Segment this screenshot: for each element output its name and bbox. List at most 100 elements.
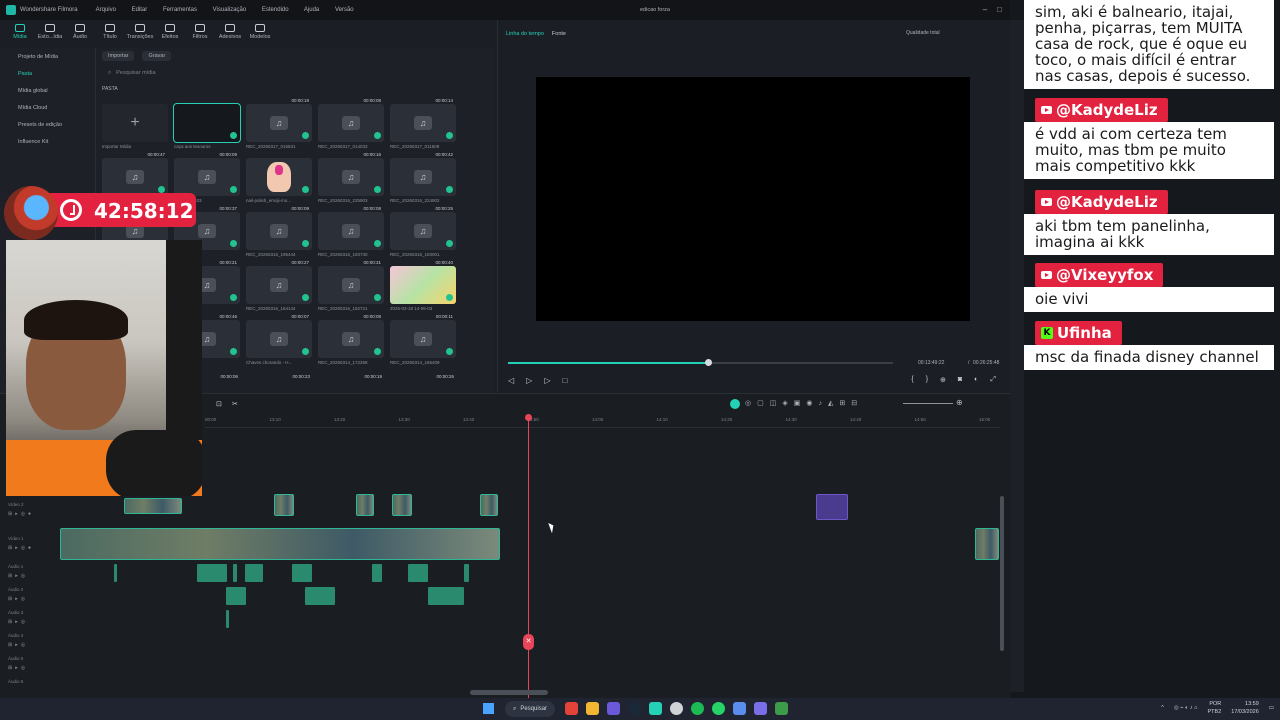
- zoom-in-icon[interactable]: ⊕: [956, 398, 963, 407]
- tab-modelos[interactable]: Modelos: [248, 20, 272, 48]
- media-item[interactable]: ♫ 00:00:08 REC_20260317_014033: [318, 98, 386, 158]
- sidebar-item-projeto[interactable]: Projeto de Mídia: [0, 48, 95, 65]
- play-back-icon[interactable]: ▷: [526, 376, 532, 385]
- clip-video2[interactable]: [124, 498, 182, 514]
- clip-title-purple[interactable]: [816, 494, 848, 520]
- playhead[interactable]: ✕: [523, 414, 534, 699]
- track-icons-audio3[interactable]: ⊞▸◎: [8, 619, 28, 625]
- clip-video2[interactable]: [274, 494, 294, 516]
- crop-icon[interactable]: ⊡: [216, 400, 222, 408]
- tab-audio[interactable]: Áudio: [68, 20, 92, 48]
- audio-clip[interactable]: [372, 564, 382, 582]
- audio-clip[interactable]: [226, 587, 246, 605]
- media-item[interactable]: caça aos tesouros: [173, 103, 242, 158]
- tab-filtros[interactable]: Filtros: [188, 20, 212, 48]
- media-thumbnail[interactable]: ♫ 00:00:27: [246, 260, 312, 304]
- input-language[interactable]: POR PTB2: [1208, 700, 1222, 716]
- menu-arquivo[interactable]: Arquivo: [96, 7, 116, 13]
- media-item[interactable]: ♫ 00:00:31 REC_20260316_152721: [318, 260, 386, 320]
- clip-video2[interactable]: [356, 494, 374, 516]
- playhead-handle-icon[interactable]: ✕: [523, 634, 534, 650]
- preview-progress[interactable]: [508, 359, 893, 366]
- record-button[interactable]: Gravar: [142, 51, 172, 61]
- folder-icon[interactable]: [586, 702, 599, 715]
- media-thumbnail[interactable]: ♫ 00:00:11: [390, 314, 456, 358]
- media-thumbnail[interactable]: [246, 158, 312, 196]
- timeline-tool-icons[interactable]: ◎▢◫◈▣◉♪◭⊞⊟: [745, 399, 863, 407]
- maximize-icon[interactable]: □: [997, 5, 1002, 14]
- media-thumbnail[interactable]: [173, 103, 241, 143]
- media-thumbnail[interactable]: 00:00:40: [390, 260, 456, 304]
- prev-frame-icon[interactable]: ◁: [508, 376, 514, 385]
- audio-clip[interactable]: [114, 564, 117, 582]
- media-thumbnail[interactable]: ♫ 00:00:47: [102, 152, 168, 196]
- media-thumbnail[interactable]: ♫ 00:00:08: [318, 206, 384, 250]
- app-icon[interactable]: [775, 702, 788, 715]
- media-item[interactable]: + Importar Mídia: [102, 104, 170, 158]
- menu-ajuda[interactable]: Ajuda: [304, 7, 319, 13]
- media-item-partial[interactable]: 00:00:23: [246, 374, 314, 382]
- import-media-button[interactable]: +: [102, 104, 168, 142]
- media-thumbnail[interactable]: ♫ 00:00:09: [246, 206, 312, 250]
- timeline-vscroll[interactable]: [1000, 496, 1004, 651]
- mark-in-icon[interactable]: {: [911, 376, 913, 384]
- media-thumbnail[interactable]: ♫ 00:00:25: [390, 206, 456, 250]
- menu-versao[interactable]: Versão: [335, 7, 354, 13]
- menu-ferramentas[interactable]: Ferramentas: [163, 7, 197, 13]
- import-button[interactable]: Importar: [102, 51, 135, 61]
- track-icons-video2[interactable]: ⊞▸◎●: [8, 511, 34, 517]
- media-item[interactable]: nail-polish_emoji-mo...: [246, 158, 314, 212]
- audio-clip[interactable]: [197, 564, 227, 582]
- tab-transicoes[interactable]: Transições: [127, 20, 153, 48]
- sidebar-item-influence-kit[interactable]: Influence Kit: [0, 133, 95, 150]
- audio-clip[interactable]: [233, 564, 237, 582]
- menu-editar[interactable]: Editar: [132, 7, 148, 13]
- audio-clip[interactable]: [428, 587, 464, 605]
- obs-icon[interactable]: [670, 702, 683, 715]
- tab-adesivos[interactable]: Adesivos: [218, 20, 242, 48]
- app-icon[interactable]: [754, 702, 767, 715]
- timeline-hscroll[interactable]: [470, 690, 548, 695]
- track-icons-audio4[interactable]: ⊞▸◎: [8, 642, 28, 648]
- tab-efeitos[interactable]: Efeitos: [158, 20, 182, 48]
- clip-video2[interactable]: [480, 494, 498, 516]
- tab-estoque[interactable]: Esto...ídia: [38, 20, 62, 48]
- snapshot-icon[interactable]: ◙: [958, 376, 962, 384]
- audio-clip[interactable]: [305, 587, 335, 605]
- tab-source[interactable]: Fonte: [552, 31, 566, 37]
- media-thumbnail[interactable]: ♫ 00:00:31: [318, 260, 384, 304]
- taskbar-search[interactable]: ⌕ Pesquisar: [505, 701, 555, 717]
- discord-icon[interactable]: [607, 702, 620, 715]
- filmora-icon[interactable]: [649, 702, 662, 715]
- audio-clip[interactable]: [408, 564, 428, 582]
- media-item[interactable]: ♫ 00:00:07 Chaves chorando - H...: [246, 314, 314, 374]
- media-thumbnail[interactable]: ♫ 00:00:14: [390, 98, 456, 142]
- timeline-ruler[interactable]: 00:00 13:10 13:20 13:30 13:40 13:50 14:00 14:10…: [205, 414, 1000, 428]
- sidebar-item-presets[interactable]: Presets de edição: [0, 116, 95, 133]
- media-item[interactable]: ♫ 00:00:42 REC_20260316_224902: [390, 152, 458, 212]
- media-item[interactable]: 00:00:40 2026-03-18 14-06-03: [390, 260, 458, 320]
- stop-icon[interactable]: □: [562, 376, 567, 385]
- audio-clip[interactable]: [292, 564, 312, 582]
- app-icon[interactable]: [733, 702, 746, 715]
- tab-titulo[interactable]: Título: [98, 20, 122, 48]
- progress-knob[interactable]: [705, 359, 713, 366]
- playhead-top-icon[interactable]: [525, 414, 532, 421]
- whatsapp-icon[interactable]: [712, 702, 725, 715]
- media-item[interactable]: ♫ 00:00:27 REC_20260316_164144: [246, 260, 314, 320]
- sidebar-item-pasta[interactable]: Pasta: [0, 65, 95, 82]
- clip-video1-main[interactable]: [60, 528, 500, 560]
- media-item[interactable]: ♫ 00:00:08 REC_20260316_193730: [318, 206, 386, 266]
- media-thumbnail[interactable]: ♫ 00:00:09: [174, 152, 240, 196]
- split-icon[interactable]: ✂: [232, 400, 238, 408]
- menu-estendido[interactable]: Estendido: [262, 7, 289, 13]
- zoom-slider[interactable]: [903, 403, 953, 404]
- track-icons-audio2[interactable]: ⊞▸◎: [8, 596, 28, 602]
- media-thumbnail[interactable]: ♫ 00:00:42: [390, 152, 456, 196]
- ai-icon[interactable]: [730, 399, 740, 409]
- audio-clip[interactable]: [245, 564, 263, 582]
- track-icons-audio5[interactable]: ⊞▸◎: [8, 665, 28, 671]
- media-item[interactable]: ♫ 00:00:16 REC_20260316_225903: [318, 152, 386, 212]
- media-item-partial[interactable]: 00:00:26: [390, 374, 458, 382]
- sidebar-item-midia-cloud[interactable]: Mídia Cloud: [0, 99, 95, 116]
